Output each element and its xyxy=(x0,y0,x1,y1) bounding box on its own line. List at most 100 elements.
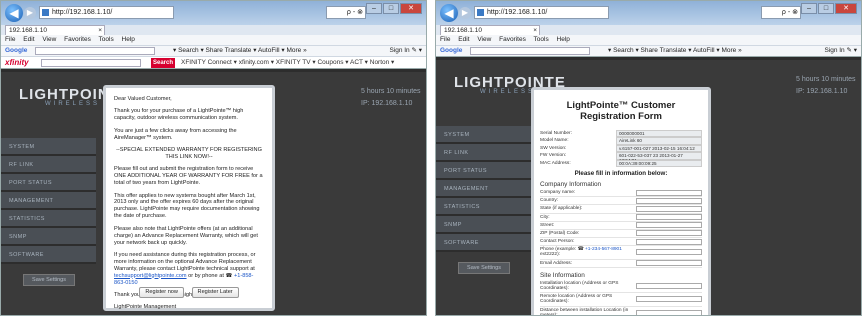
nav-software[interactable]: SOFTWARE xyxy=(436,234,531,252)
maximize-button[interactable]: □ xyxy=(383,3,399,14)
nav-port-status[interactable]: PORT STATUS xyxy=(1,174,96,192)
field-label: Installation location (Address or GPS Co… xyxy=(540,280,619,292)
google-search-input[interactable] xyxy=(35,47,155,55)
tab-close-icon[interactable]: × xyxy=(98,26,102,35)
minimize-button[interactable]: – xyxy=(801,3,817,14)
dialog-signature: LightPointe Management xyxy=(114,304,177,311)
dialog-paragraph: You are just a few clicks away from acce… xyxy=(114,127,237,141)
address-bar[interactable]: http://192.168.1.10/ xyxy=(474,6,609,19)
menu-tools[interactable]: Tools xyxy=(99,36,114,43)
session-ip: IP: 192.168.1.10 xyxy=(361,100,413,107)
menu-file[interactable]: File xyxy=(5,36,15,43)
form-row: City: xyxy=(540,214,702,222)
field-label: Company name: xyxy=(540,189,576,195)
register-later-button[interactable]: Register Later xyxy=(191,287,239,298)
email-input[interactable] xyxy=(636,260,702,267)
installation-location-input[interactable] xyxy=(636,283,702,290)
window-controls: – □ ✕ xyxy=(366,3,422,14)
browser-tab[interactable]: 192.168.1.10 × xyxy=(440,25,540,35)
save-settings-button[interactable]: Save Settings xyxy=(23,274,75,286)
nav-port-status[interactable]: PORT STATUS xyxy=(436,162,531,180)
support-or: or by phone at xyxy=(188,272,224,279)
browser-tab[interactable]: 192.168.1.10 × xyxy=(5,25,105,35)
xfinity-links[interactable]: XFINITY Connect ▾ xfinity.com ▾ XFINITY … xyxy=(181,57,394,68)
signin-link[interactable]: Sign In ✎ ▾ xyxy=(389,46,422,56)
dialog-paragraph: If you need assistance during this regis… xyxy=(114,252,264,287)
menu-help[interactable]: Help xyxy=(557,36,570,43)
side-nav: SYSTEM RF LINK PORT STATUS MANAGEMENT ST… xyxy=(436,126,531,274)
address-text: http://192.168.1.10/ xyxy=(487,9,548,16)
signin-link[interactable]: Sign In ✎ ▾ xyxy=(824,46,857,56)
maximize-button[interactable]: □ xyxy=(818,3,834,14)
menu-help[interactable]: Help xyxy=(122,36,135,43)
address-actions[interactable]: ρ - ⊗ xyxy=(761,6,801,19)
tab-row: 192.168.1.10 × xyxy=(436,25,861,35)
back-button[interactable]: ◀ xyxy=(5,4,23,22)
address-actions[interactable]: ρ - ⊗ xyxy=(326,6,366,19)
phone-input[interactable] xyxy=(636,249,702,256)
nav-statistics[interactable]: STATISTICS xyxy=(1,210,96,228)
tab-close-icon[interactable]: × xyxy=(533,26,537,35)
menu-edit[interactable]: Edit xyxy=(23,36,34,43)
info-label: Serial Number: xyxy=(540,131,572,136)
nav-rf-link[interactable]: RF LINK xyxy=(436,144,531,162)
menu-view[interactable]: View xyxy=(42,36,56,43)
menu-favorites[interactable]: Favorites xyxy=(64,36,91,43)
xfinity-search-input[interactable] xyxy=(41,59,141,67)
xfinity-search-button[interactable]: Search xyxy=(151,58,175,68)
support-email-link[interactable]: techsupport@lightpointe.com xyxy=(114,273,187,279)
menu-favorites[interactable]: Favorites xyxy=(499,36,526,43)
nav-system[interactable]: SYSTEM xyxy=(436,126,531,144)
street-input[interactable] xyxy=(636,222,702,229)
nav-statistics[interactable]: STATISTICS xyxy=(436,198,531,216)
forward-button[interactable]: ▶ xyxy=(24,7,36,19)
google-search-input[interactable] xyxy=(470,47,590,55)
dialog-paragraph: This offer applies to new systems bought… xyxy=(114,192,260,220)
field-label: Country: xyxy=(540,198,559,204)
nav-management[interactable]: MANAGEMENT xyxy=(1,192,96,210)
city-input[interactable] xyxy=(636,214,702,221)
session-info: 5 hours 10 minutes IP: 192.168.1.10 xyxy=(796,74,861,98)
nav-software[interactable]: SOFTWARE xyxy=(1,246,96,264)
google-toolbar-items[interactable]: ▾ Search ▾ Share Translate ▾ AutoFill ▾ … xyxy=(608,46,742,56)
close-button[interactable]: ✕ xyxy=(400,3,422,14)
nav-rf-link[interactable]: RF LINK xyxy=(1,156,96,174)
google-toolbar-items[interactable]: ▾ Search ▾ Share Translate ▾ AutoFill ▾ … xyxy=(173,46,307,56)
info-row: SW Version: v.6157-001-027 2013-02-15 16… xyxy=(540,144,702,153)
phone-icon: ☎ xyxy=(577,247,584,253)
field-label: Distance between installation Location (… xyxy=(540,307,629,316)
menu-edit[interactable]: Edit xyxy=(458,36,469,43)
field-label: ZIP (Postal) Code: xyxy=(540,230,580,236)
nav-snmp[interactable]: SNMP xyxy=(436,216,531,234)
menu-file[interactable]: File xyxy=(440,36,450,43)
minimize-button[interactable]: – xyxy=(366,3,382,14)
address-bar[interactable]: http://192.168.1.10/ xyxy=(39,6,174,19)
country-input[interactable] xyxy=(636,197,702,204)
forward-button[interactable]: ▶ xyxy=(459,7,471,19)
save-settings-button[interactable]: Save Settings xyxy=(458,262,510,274)
window-controls: – □ ✕ xyxy=(801,3,857,14)
state-input[interactable] xyxy=(636,205,702,212)
field-label: Phone (example: ☎ +1-234-567-8901 ext222… xyxy=(540,246,636,258)
nav-system[interactable]: SYSTEM xyxy=(1,138,96,156)
back-button[interactable]: ◀ xyxy=(440,4,458,22)
tab-label: 192.168.1.10 xyxy=(444,27,482,34)
form-row: State (if applicable): xyxy=(540,205,702,214)
register-now-button[interactable]: Register now xyxy=(139,287,184,298)
remote-location-input[interactable] xyxy=(636,296,702,303)
info-row: Model Name: AireLink 60 xyxy=(540,137,702,145)
close-button[interactable]: ✕ xyxy=(835,3,857,14)
contact-person-input[interactable] xyxy=(636,238,702,245)
company-name-input[interactable] xyxy=(636,189,702,196)
info-label: Model Name: xyxy=(540,138,569,144)
nav-snmp[interactable]: SNMP xyxy=(1,228,96,246)
info-value: v.6157-001-027 2013-02-15 16:04:12 xyxy=(616,144,702,153)
menu-tools[interactable]: Tools xyxy=(534,36,549,43)
distance-input[interactable] xyxy=(636,309,702,315)
zip-input[interactable] xyxy=(636,230,702,237)
info-value: 601-022-53-037 23 2013-01-27 13:54:01 xyxy=(616,152,702,163)
warranty-banner: --SPECIAL EXTENDED WARRANTY FOR REGISTER… xyxy=(116,147,262,160)
menu-view[interactable]: View xyxy=(477,36,491,43)
info-value: 00:0A:39:00:09:25 xyxy=(616,159,702,167)
nav-management[interactable]: MANAGEMENT xyxy=(436,180,531,198)
